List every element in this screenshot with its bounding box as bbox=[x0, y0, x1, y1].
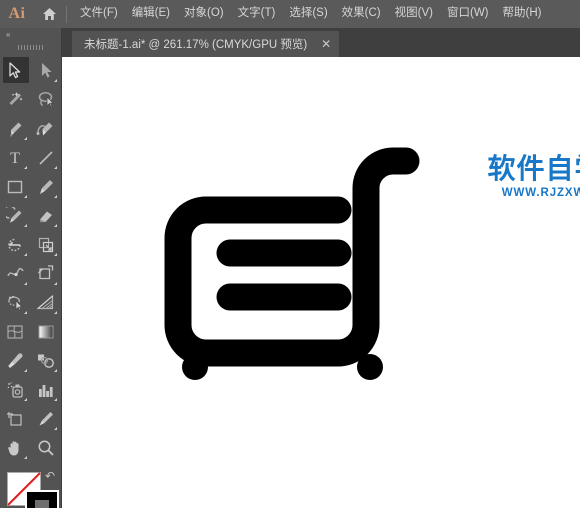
scale-tool[interactable] bbox=[31, 230, 62, 259]
free-transform-tool[interactable] bbox=[31, 259, 62, 288]
shape-builder-tool[interactable] bbox=[0, 288, 31, 317]
type-tool[interactable]: T bbox=[0, 143, 31, 172]
eraser-tool[interactable] bbox=[31, 201, 62, 230]
line-segment-tool[interactable] bbox=[31, 143, 62, 172]
width-tool[interactable] bbox=[0, 259, 31, 288]
menu-select[interactable]: 选择(S) bbox=[282, 5, 334, 23]
mesh-tool[interactable] bbox=[0, 317, 31, 346]
lasso-tool[interactable] bbox=[31, 85, 62, 114]
shopping-cart-icon[interactable] bbox=[62, 57, 580, 508]
tool-row bbox=[0, 346, 61, 375]
tool-row bbox=[0, 114, 61, 143]
tool-row bbox=[0, 433, 61, 462]
tool-row bbox=[0, 259, 61, 288]
menu-object[interactable]: 对象(O) bbox=[177, 5, 231, 23]
stroke-swatch[interactable] bbox=[25, 490, 59, 508]
swap-fill-stroke-icon[interactable]: ↶ bbox=[45, 469, 55, 483]
cart-wheel-left bbox=[182, 354, 208, 380]
menu-effect[interactable]: 效果(C) bbox=[335, 5, 388, 23]
symbol-sprayer-tool[interactable] bbox=[0, 375, 31, 404]
tool-row bbox=[0, 172, 61, 201]
pen-tool[interactable] bbox=[0, 114, 31, 143]
hand-tool[interactable] bbox=[0, 433, 31, 462]
collapse-panel-icon[interactable]: « bbox=[0, 28, 61, 41]
panel-drag-handle[interactable] bbox=[0, 41, 61, 54]
tool-row bbox=[0, 56, 61, 85]
close-icon[interactable]: ✕ bbox=[319, 38, 333, 50]
menu-view[interactable]: 视图(V) bbox=[388, 5, 440, 23]
menu-file[interactable]: 文件(F) bbox=[73, 5, 125, 23]
document-canvas[interactable]: 软件自学网 WWW.RJZXW.COM bbox=[62, 57, 580, 508]
tool-row bbox=[0, 404, 61, 433]
tool-row bbox=[0, 317, 61, 346]
blend-tool[interactable] bbox=[31, 346, 62, 375]
shaper-tool[interactable] bbox=[0, 201, 31, 230]
magic-wand-tool[interactable] bbox=[0, 85, 31, 114]
home-icon[interactable] bbox=[34, 0, 64, 28]
direct-selection-tool[interactable] bbox=[31, 56, 62, 85]
paintbrush-tool[interactable] bbox=[31, 172, 62, 201]
svg-text:T: T bbox=[10, 150, 20, 166]
menu-window[interactable]: 窗口(W) bbox=[440, 5, 496, 23]
curvature-tool[interactable] bbox=[31, 114, 62, 143]
menu-item-list: 文件(F) 编辑(E) 对象(O) 文字(T) 选择(S) 效果(C) 视图(V… bbox=[73, 5, 548, 23]
tool-row bbox=[0, 375, 61, 404]
menu-edit[interactable]: 编辑(E) bbox=[125, 5, 177, 23]
artboard-tool[interactable] bbox=[0, 404, 31, 433]
illustrator-window: Ai 文件(F) 编辑(E) 对象(O) 文字(T) 选择(S) 效果(C) 视… bbox=[0, 0, 580, 508]
menu-help[interactable]: 帮助(H) bbox=[496, 5, 549, 23]
selection-tool[interactable] bbox=[0, 56, 31, 85]
tool-list: T bbox=[0, 54, 61, 462]
tool-row bbox=[0, 85, 61, 114]
tool-row bbox=[0, 201, 61, 230]
menu-bar: Ai 文件(F) 编辑(E) 对象(O) 文字(T) 选择(S) 效果(C) 视… bbox=[0, 0, 580, 28]
fill-stroke-controls: ↶ bbox=[0, 467, 61, 508]
rectangle-tool[interactable] bbox=[0, 172, 31, 201]
rotate-tool[interactable] bbox=[0, 230, 31, 259]
gradient-tool[interactable] bbox=[31, 317, 62, 346]
cart-wheel-right bbox=[357, 354, 383, 380]
menu-separator bbox=[66, 5, 67, 23]
tool-row: T bbox=[0, 143, 61, 172]
zoom-tool[interactable] bbox=[31, 433, 62, 462]
slice-tool[interactable] bbox=[31, 404, 62, 433]
column-graph-tool[interactable] bbox=[31, 375, 62, 404]
tool-row bbox=[0, 288, 61, 317]
eyedropper-tool[interactable] bbox=[0, 346, 31, 375]
document-tab[interactable]: 未标题-1.ai* @ 261.17% (CMYK/GPU 预览) ✕ bbox=[72, 31, 340, 57]
menu-type[interactable]: 文字(T) bbox=[231, 5, 283, 23]
document-tab-bar: 未标题-1.ai* @ 261.17% (CMYK/GPU 预览) ✕ bbox=[62, 28, 580, 57]
document-tab-label: 未标题-1.ai* @ 261.17% (CMYK/GPU 预览) bbox=[84, 39, 308, 51]
perspective-grid-tool[interactable] bbox=[31, 288, 62, 317]
tools-panel: « T ↶ bbox=[0, 28, 62, 508]
app-logo: Ai bbox=[8, 5, 26, 22]
tool-row bbox=[0, 230, 61, 259]
